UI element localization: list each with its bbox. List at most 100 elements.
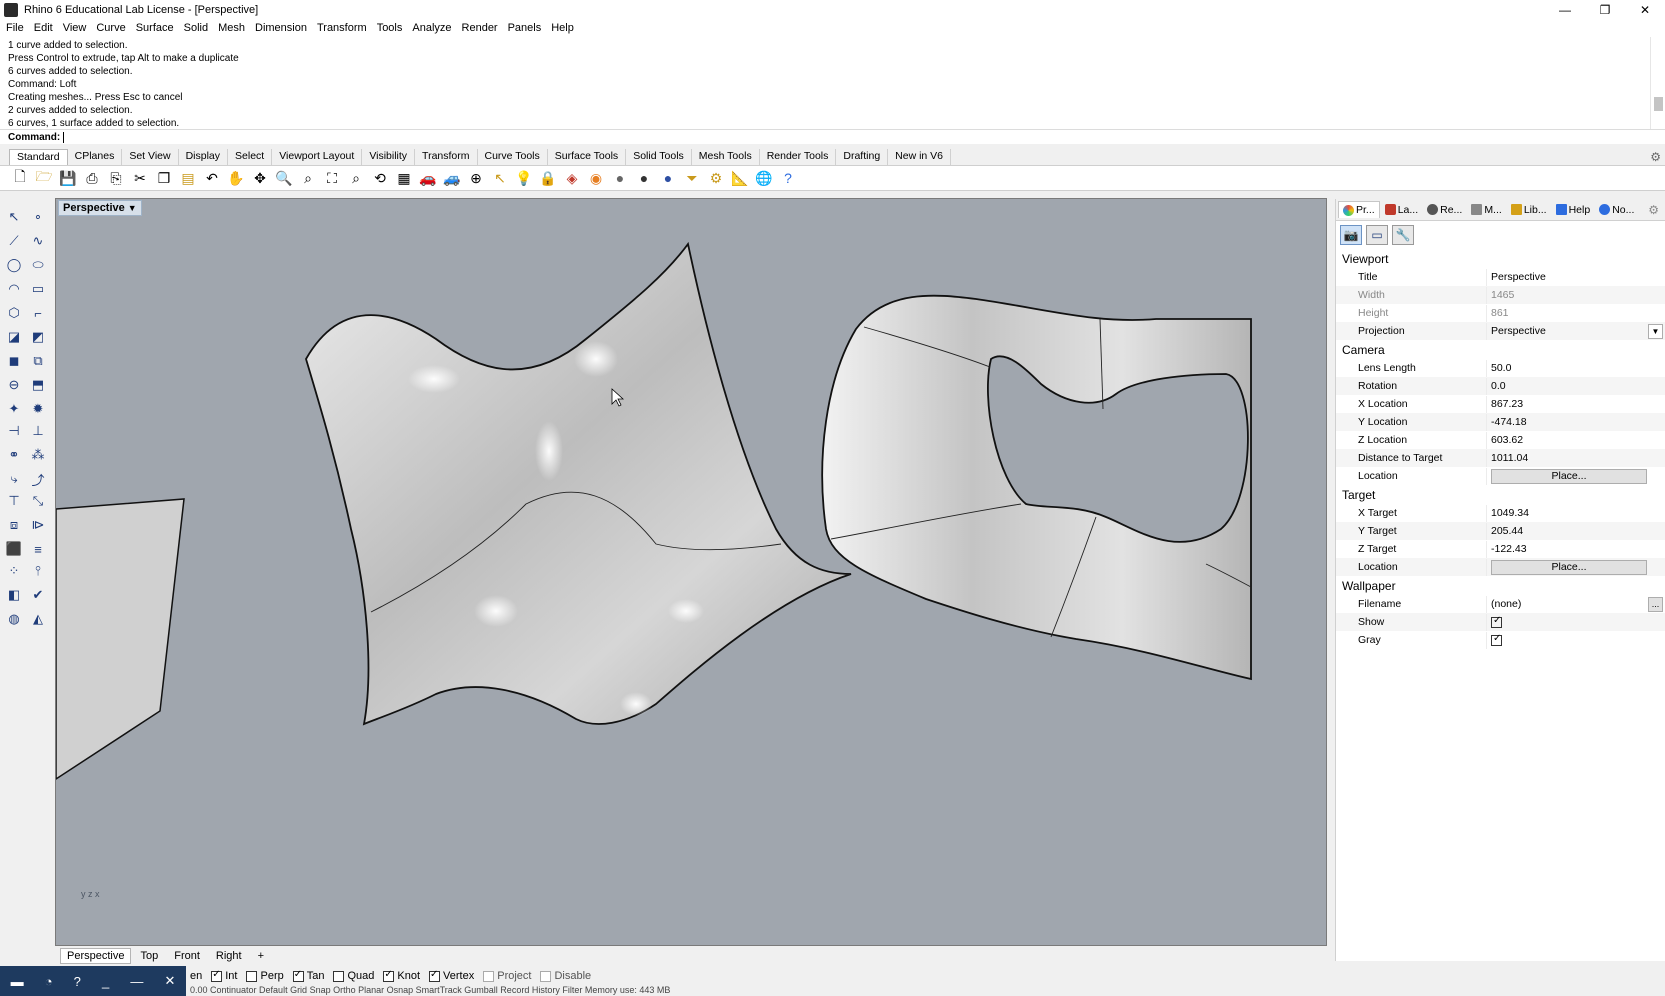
menu-solid[interactable]: Solid xyxy=(184,22,215,34)
curve-icon[interactable]: ∿ xyxy=(28,231,48,251)
chevron-down-icon[interactable]: ▼ xyxy=(128,203,137,213)
polyline-icon[interactable]: ⟋ xyxy=(4,231,24,251)
split-icon[interactable]: ⊥ xyxy=(28,421,48,441)
checkbox[interactable] xyxy=(429,969,441,982)
osnap-perp[interactable]: Perp xyxy=(246,970,284,982)
menu-mesh[interactable]: Mesh xyxy=(218,22,252,34)
paint-icon[interactable]: ◭ xyxy=(28,609,48,629)
chevron-down-icon[interactable]: ▼ xyxy=(1648,323,1663,339)
checkbox[interactable] xyxy=(333,970,345,982)
trim-icon[interactable]: ⊣ xyxy=(4,421,24,441)
pointer-icon[interactable]: ↖ xyxy=(489,168,511,188)
history-scrollbar[interactable] xyxy=(1650,37,1665,129)
rotate-view-icon[interactable]: ⟲ xyxy=(369,168,391,188)
tab-solid-tools[interactable]: Solid Tools xyxy=(626,149,692,165)
explode-icon[interactable]: ✹ xyxy=(28,399,48,419)
osnap-quad[interactable]: Quad xyxy=(333,970,374,982)
place-camera-button[interactable]: Place... xyxy=(1491,468,1647,484)
viewport-title-text[interactable]: Perspective xyxy=(63,202,125,214)
gear-icon[interactable]: ⚙ xyxy=(1648,203,1659,217)
scale-icon[interactable]: ⤡ xyxy=(28,491,48,511)
osnap-knot[interactable]: Knot xyxy=(383,969,420,982)
z-target-field[interactable]: -122.43 xyxy=(1486,540,1665,558)
checkbox[interactable] xyxy=(292,969,304,982)
save-icon[interactable]: 💾 xyxy=(57,168,79,188)
solid-box-icon[interactable]: ⬛ xyxy=(4,539,24,559)
viewport-canvas[interactable] xyxy=(56,199,1327,946)
tab-mesh-tools[interactable]: Mesh Tools xyxy=(692,149,760,165)
undo-icon[interactable]: ↶ xyxy=(201,168,223,188)
color-wheel-icon[interactable]: ◉ xyxy=(585,168,607,188)
checkbox[interactable] xyxy=(383,969,395,982)
rectangle-frame-icon[interactable]: ▭ xyxy=(1366,225,1388,245)
folder-icon[interactable]: ▬ xyxy=(11,974,24,989)
x-location-field[interactable]: 867.23 xyxy=(1486,395,1665,413)
y-location-field[interactable]: -474.18 xyxy=(1486,413,1665,431)
target-icon[interactable]: ⊕ xyxy=(465,168,487,188)
rectangle-icon[interactable]: ▭ xyxy=(28,279,48,299)
cut-icon[interactable]: ✂ xyxy=(129,168,151,188)
cylinder-icon[interactable]: ⊖ xyxy=(4,375,24,395)
place-target-button[interactable]: Place... xyxy=(1491,559,1647,575)
check-icon[interactable]: ✔ xyxy=(28,585,48,605)
minimize-icon[interactable]: _ xyxy=(102,974,109,989)
circle-icon[interactable]: ◯ xyxy=(4,255,24,275)
menu-tools[interactable]: Tools xyxy=(377,22,410,34)
tab-select[interactable]: Select xyxy=(228,149,273,165)
checkbox[interactable] xyxy=(211,969,223,982)
material-editor-icon[interactable]: ◍ xyxy=(4,609,24,629)
restore-button[interactable]: ❐ xyxy=(1585,0,1625,20)
four-viewports-icon[interactable]: ▦ xyxy=(393,168,415,188)
tab-libraries[interactable]: Lib... xyxy=(1507,202,1551,218)
mesh-icon[interactable]: ✦ xyxy=(4,399,24,419)
ruler-icon[interactable]: 📐 xyxy=(729,168,751,188)
question-icon[interactable]: ? xyxy=(74,974,81,989)
osnap-int[interactable]: Int xyxy=(211,969,237,982)
y-target-field[interactable]: 205.44 xyxy=(1486,522,1665,540)
camera-icon[interactable]: 📷 xyxy=(1340,225,1362,245)
car-icon[interactable]: 🚗 xyxy=(417,168,439,188)
menu-help[interactable]: Help xyxy=(551,22,581,34)
checkbox[interactable] xyxy=(246,970,258,982)
print-icon[interactable]: ⎙ xyxy=(81,168,103,188)
help-icon[interactable]: ? xyxy=(777,168,799,188)
osnap-project[interactable]: Project xyxy=(483,970,531,982)
clock-icon[interactable]: ◔ xyxy=(45,974,53,989)
tab-render[interactable]: Re... xyxy=(1423,202,1466,218)
car-alt-icon[interactable]: 🚙 xyxy=(441,168,463,188)
point-icon[interactable]: ∘ xyxy=(28,207,48,227)
group-icon[interactable]: ⚭ xyxy=(4,445,24,465)
dimension-icon[interactable]: ⊤ xyxy=(4,491,24,511)
gear-icon[interactable]: ⚙ xyxy=(1650,150,1661,164)
sphere-dark-icon[interactable]: ● xyxy=(633,168,655,188)
tab-visibility[interactable]: Visibility xyxy=(362,149,416,165)
tab-transform[interactable]: Transform xyxy=(415,149,478,165)
tab-render-tools[interactable]: Render Tools xyxy=(760,149,837,165)
osnap-disable[interactable]: Disable xyxy=(540,970,591,982)
osnap-tan[interactable]: Tan xyxy=(292,969,324,982)
render-icon[interactable]: ◧ xyxy=(4,585,24,605)
array-icon[interactable]: ⁘ xyxy=(4,561,24,581)
projection-select[interactable]: Perspective ▼ xyxy=(1486,322,1665,340)
vp-tab-perspective[interactable]: Perspective xyxy=(60,948,132,964)
select-arrow-icon[interactable]: ↖ xyxy=(4,207,24,227)
menu-curve[interactable]: Curve xyxy=(96,22,132,34)
lock-icon[interactable]: 🔒 xyxy=(537,168,559,188)
transform-icon[interactable]: ⧈ xyxy=(4,515,24,535)
settings-gear-icon[interactable]: ⚙ xyxy=(705,168,727,188)
show-checkbox[interactable] xyxy=(1491,615,1502,628)
menu-analyze[interactable]: Analyze xyxy=(412,22,458,34)
tab-set-view[interactable]: Set View xyxy=(122,149,179,165)
wrench-icon[interactable]: 🔧 xyxy=(1392,225,1414,245)
zoom-extents-icon[interactable]: ⛶ xyxy=(321,168,343,188)
tab-curve-tools[interactable]: Curve Tools xyxy=(478,149,548,165)
scroll-thumb[interactable] xyxy=(1654,97,1663,111)
menu-transform[interactable]: Transform xyxy=(317,22,374,34)
globe-icon[interactable]: 🌐 xyxy=(753,168,775,188)
paste-icon[interactable]: ▤ xyxy=(177,168,199,188)
tab-cplanes[interactable]: CPlanes xyxy=(68,149,123,165)
zoom-selected-icon[interactable]: ⌕ xyxy=(345,168,367,188)
ellipse-icon[interactable]: ⬭ xyxy=(28,255,48,275)
minimize-button[interactable]: — xyxy=(1545,0,1585,20)
sphere-blue-icon[interactable]: ● xyxy=(657,168,679,188)
